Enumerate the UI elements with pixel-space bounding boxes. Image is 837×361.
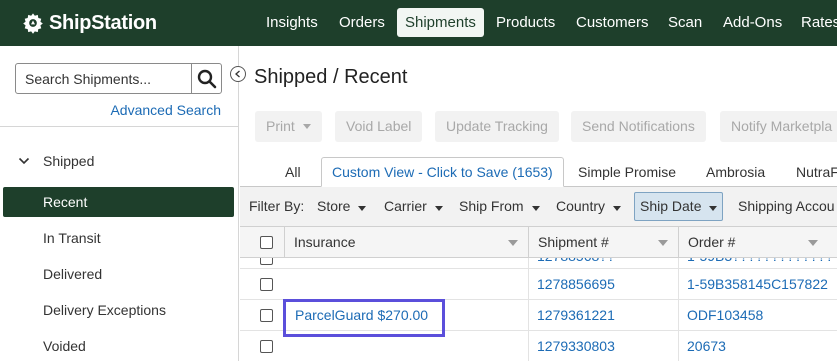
filter-label: Filter By: [249, 198, 305, 214]
send-notifications-button[interactable]: Send Notifications [571, 111, 706, 142]
caret-down-icon [434, 206, 443, 211]
row-checkbox[interactable] [260, 309, 273, 322]
tab-custom-view[interactable]: Custom View - Click to Save (1653) [321, 157, 564, 187]
advanced-search-link[interactable]: Advanced Search [110, 102, 221, 118]
order-number[interactable]: 1-59B358145C157822 [678, 269, 828, 300]
row-checkbox[interactable] [260, 340, 273, 353]
sidebar-item-recent[interactable]: Recent [3, 187, 234, 217]
sort-caret-icon [508, 240, 518, 246]
filter-bar: Filter By: Store Carrier Ship From Count… [240, 187, 837, 227]
update-tracking-button[interactable]: Update Tracking [435, 111, 559, 142]
tab-simple-promise[interactable]: Simple Promise [568, 158, 686, 187]
sidebar-item-delivery-exceptions[interactable]: Delivery Exceptions [3, 295, 234, 325]
main-content: Shipped / Recent Print Void Label Update… [240, 46, 837, 361]
caret-down-icon [613, 206, 622, 211]
order-number[interactable]: 1-59B3????????????? [678, 258, 833, 268]
shipment-number[interactable]: 1279361221 [528, 300, 615, 331]
row-checkbox[interactable] [260, 278, 273, 291]
page-title: Shipped / Recent [254, 66, 408, 88]
shipped-group-toggle[interactable]: Shipped [18, 150, 94, 172]
search-box [15, 63, 222, 94]
order-number[interactable]: ODF103458 [678, 300, 763, 331]
nav-rates[interactable]: Rates [793, 8, 837, 37]
column-order-number[interactable]: Order # [678, 227, 828, 258]
nav-shipments[interactable]: Shipments [397, 8, 484, 37]
filter-ship-from[interactable]: Ship From [454, 192, 545, 221]
chevron-left-icon [235, 70, 240, 78]
column-shipment-label: Shipment # [538, 234, 609, 250]
nav-customers[interactable]: Customers [568, 8, 657, 37]
filter-shipping-account-label: Shipping Accou [738, 198, 835, 214]
column-insurance[interactable]: Insurance [284, 227, 528, 258]
sidebar-item-in-transit[interactable]: In Transit [3, 223, 234, 253]
nav-scan[interactable]: Scan [660, 8, 710, 37]
filter-country-label: Country [556, 198, 606, 214]
sidebar-item-voided[interactable]: Voided [3, 331, 234, 361]
nav-products[interactable]: Products [488, 8, 563, 37]
row-checkbox[interactable] [260, 258, 273, 265]
caret-down-icon [531, 206, 540, 211]
sort-caret-icon [808, 240, 818, 246]
grid-header: Insurance Shipment # Order # [240, 227, 837, 258]
order-number[interactable]: 20673 [678, 331, 726, 361]
shipment-number[interactable]: 1278856695 [528, 269, 615, 300]
column-insurance-label: Insurance [294, 234, 356, 250]
shipment-number[interactable]: 1279330803 [528, 331, 615, 361]
print-button[interactable]: Print [255, 111, 322, 142]
filter-carrier[interactable]: Carrier [379, 192, 448, 221]
filter-ship-date[interactable]: Ship Date [634, 192, 724, 221]
sort-caret-icon [658, 240, 668, 246]
tab-all[interactable]: All [275, 158, 311, 187]
collapse-sidebar-button[interactable] [230, 66, 246, 82]
select-all-checkbox[interactable] [260, 236, 273, 249]
filter-ship-date-label: Ship Date [640, 198, 702, 214]
notify-marketplace-button[interactable]: Notify Marketpla [720, 111, 837, 142]
nav-orders[interactable]: Orders [331, 8, 393, 37]
filter-country[interactable]: Country [551, 192, 626, 221]
chevron-down-icon [18, 157, 30, 165]
group-label: Shipped [43, 153, 95, 169]
search-button[interactable] [191, 64, 222, 93]
caret-down-icon [709, 206, 718, 211]
highlight-annotation-box [283, 299, 445, 337]
table-row[interactable]: 12788568?? 1-59B3????????????? [240, 258, 837, 269]
void-label-button[interactable]: Void Label [335, 111, 423, 142]
search-icon [197, 69, 217, 88]
filter-ship-from-label: Ship From [459, 198, 524, 214]
print-label: Print [266, 118, 295, 134]
column-order-label: Order # [688, 234, 736, 250]
filter-store[interactable]: Store [312, 192, 371, 221]
caret-down-icon [302, 124, 311, 129]
gear-logo-icon [23, 13, 43, 34]
tab-ambrosia[interactable]: Ambrosia [696, 158, 775, 187]
sidebar-item-delivered[interactable]: Delivered [3, 259, 234, 289]
shipstation-logo[interactable]: ShipStation [22, 11, 157, 35]
nav-insights[interactable]: Insights [258, 8, 326, 37]
caret-down-icon [358, 206, 367, 211]
nav-addons[interactable]: Add-Ons [715, 8, 790, 37]
filter-shipping-account[interactable]: Shipping Accou [733, 192, 837, 221]
shipment-number[interactable]: 12788568?? [528, 258, 615, 268]
sidebar-divider [0, 126, 239, 127]
search-input[interactable] [16, 64, 191, 93]
column-shipment-number[interactable]: Shipment # [528, 227, 678, 258]
tab-nutraf[interactable]: NutraF [786, 158, 837, 187]
brand-name: ShipStation [49, 11, 157, 34]
sidebar: Advanced Search Shipped Recent In Transi… [0, 46, 239, 361]
filter-carrier-label: Carrier [384, 198, 427, 214]
top-nav: ShipStation Insights Orders Shipments Pr… [0, 0, 837, 46]
filter-store-label: Store [317, 198, 351, 214]
table-row[interactable]: 1278856695 1-59B358145C157822 [240, 269, 837, 300]
